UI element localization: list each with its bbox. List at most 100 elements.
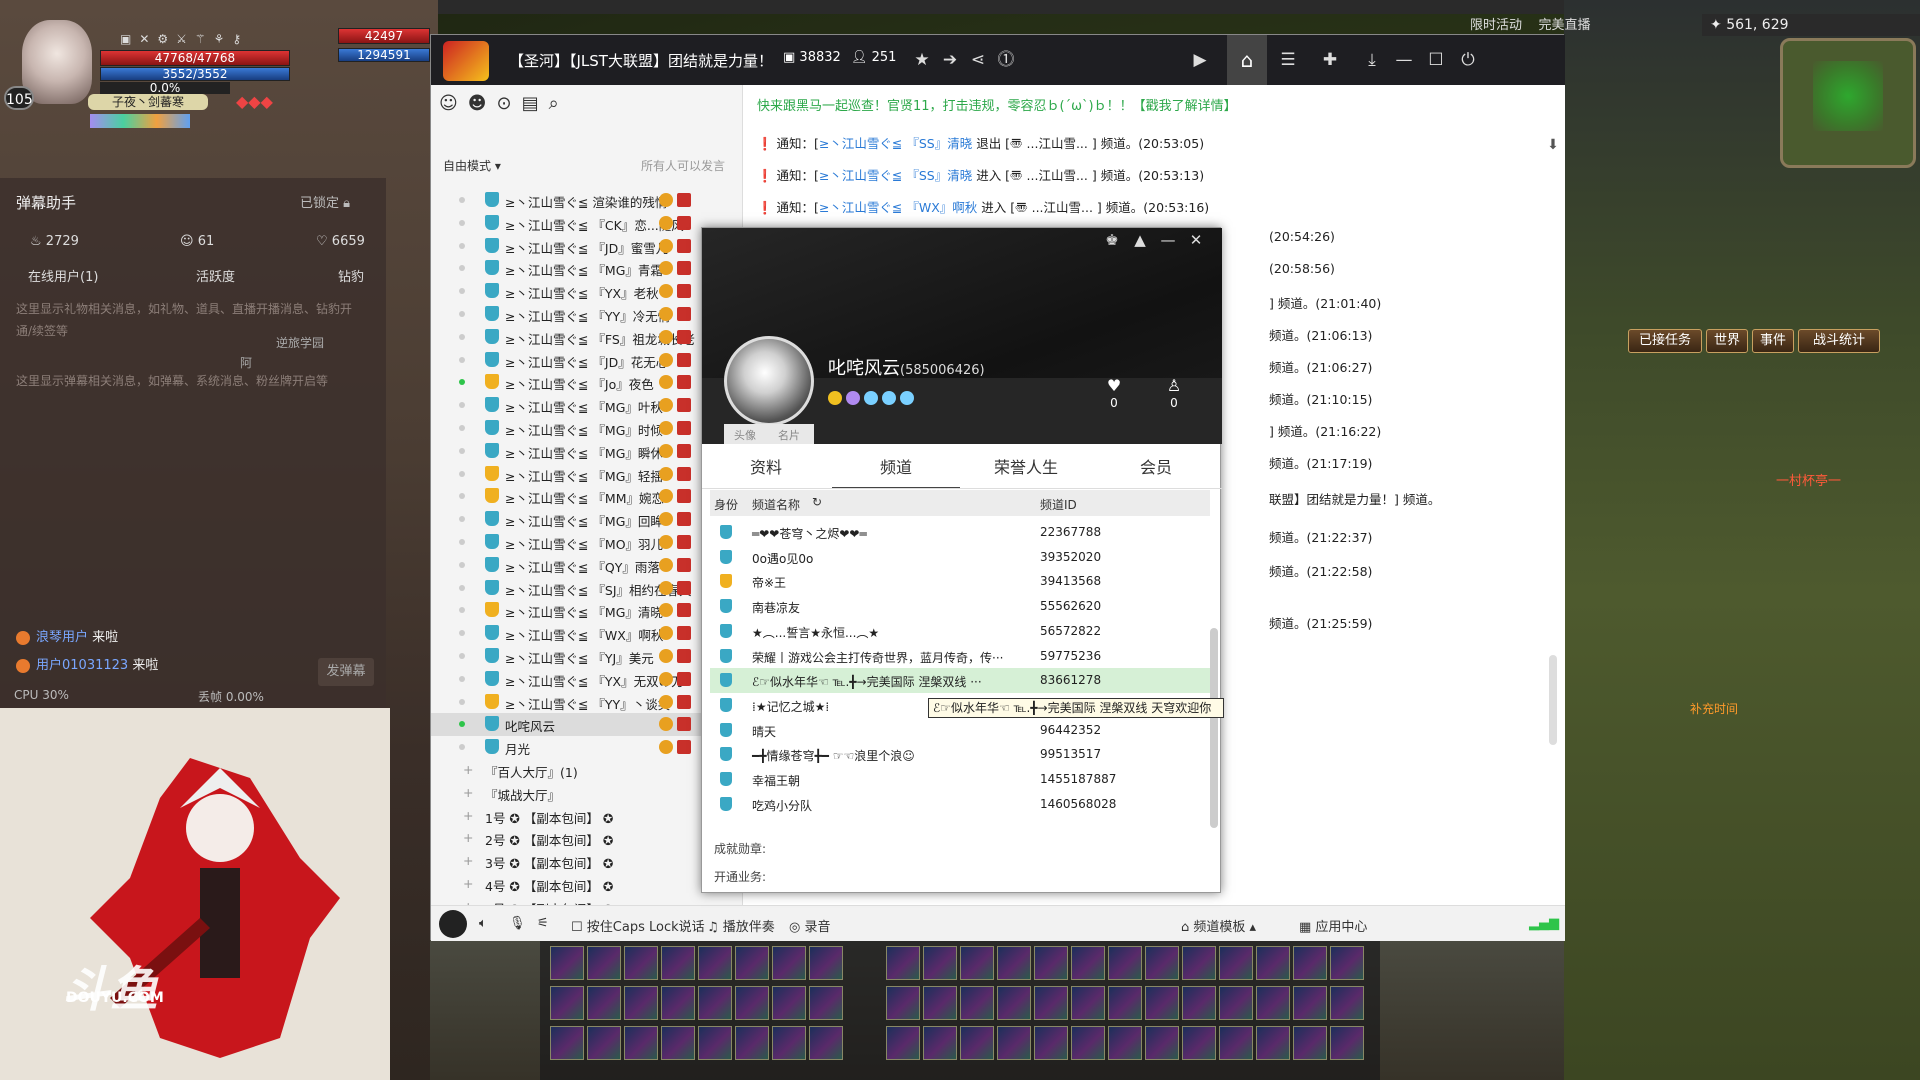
skill-slot-icon[interactable]: [809, 986, 843, 1020]
user-row[interactable]: ≥丶江山雪ぐ≦ 『WX』啊秋: [431, 622, 743, 645]
skill-slot-icon[interactable]: [1108, 946, 1142, 980]
battle-stats-button[interactable]: 战斗统计: [1798, 329, 1880, 353]
tree-toolbar[interactable]: ☺☻⊙▤⌕: [439, 93, 569, 114]
home-icon[interactable]: ⌂: [1227, 35, 1267, 85]
event-button[interactable]: 事件: [1752, 329, 1794, 353]
tab-activity[interactable]: 活跃度: [196, 266, 235, 285]
tab-profile[interactable]: 资料: [702, 454, 830, 478]
skill-slot-icon[interactable]: [809, 1026, 843, 1060]
warning-icon[interactable]: ▲: [1130, 230, 1150, 250]
live-label[interactable]: 完美直播: [1539, 18, 1591, 33]
skill-slot-icon[interactable]: [886, 986, 920, 1020]
download-icon[interactable]: ⤓: [1359, 47, 1385, 73]
skill-slot-icon[interactable]: [550, 986, 584, 1020]
skill-slot-icon[interactable]: [1145, 986, 1179, 1020]
channel-row[interactable]: ★︵...誓言★永恒...︵★ 56572822: [710, 619, 1210, 644]
skill-slot-icon[interactable]: [1330, 986, 1364, 1020]
skill-slot-icon[interactable]: [1145, 1026, 1179, 1060]
app-center-button[interactable]: ▦ 应用中心: [1299, 916, 1367, 935]
skill-slot-icon[interactable]: [1182, 1026, 1216, 1060]
notes-icon[interactable]: ▤: [522, 93, 549, 114]
user-row[interactable]: ≥丶江山雪ぐ≦ 『MO』羽儿: [431, 531, 743, 554]
music-button[interactable]: ♫ 播放伴奏: [707, 916, 775, 935]
expand-icon[interactable]: +: [463, 853, 473, 868]
skill-slot-icon[interactable]: [587, 946, 621, 980]
user-row[interactable]: ≥丶江山雪ぐ≦ 『YY』丶谈笑: [431, 691, 743, 714]
user-row[interactable]: ≥丶江山雪ぐ≦ 『MM』婉恋: [431, 485, 743, 508]
skill-slot-icon[interactable]: [886, 1026, 920, 1060]
microphone-icon[interactable]: 🎙︎: [509, 916, 526, 931]
skill-slot-icon[interactable]: [1108, 1026, 1142, 1060]
user-row[interactable]: ≥丶江山雪ぐ≦ 『YX』老秋: [431, 280, 743, 303]
user-row[interactable]: 叱咤风云: [431, 713, 743, 737]
shirt-icon[interactable]: ♚: [1102, 230, 1122, 250]
subchannel-row[interactable]: + 『百人大厅』(1): [431, 759, 743, 782]
user-row[interactable]: ≥丶江山雪ぐ≦ 『YX』无双の刀: [431, 668, 743, 691]
forward-icon[interactable]: ➔: [937, 47, 963, 73]
tab-member[interactable]: 会员: [1092, 454, 1220, 478]
tab-online-users[interactable]: 在线用户(1): [28, 266, 98, 285]
table-scrollbar[interactable]: [1210, 628, 1218, 828]
tab-honor[interactable]: 荣誉人生: [962, 454, 1090, 478]
skill-slot-icon[interactable]: [1256, 986, 1290, 1020]
skill-slot-icon[interactable]: [661, 986, 695, 1020]
channel-row[interactable]: 吃鸡小分队 1460568028: [710, 792, 1210, 817]
col-name[interactable]: 频道名称: [752, 496, 800, 513]
user-row[interactable]: ≥丶江山雪ぐ≦ 『FS』祖龙城长老: [431, 326, 743, 349]
user-row[interactable]: ≥丶江山雪ぐ≦ 『MG』叶秋: [431, 394, 743, 417]
skill-slot-icon[interactable]: [698, 946, 732, 980]
minimize-icon[interactable]: —: [1158, 230, 1178, 250]
user-row[interactable]: ≥丶江山雪ぐ≦ 『SJ』相约在春天: [431, 577, 743, 600]
channel-row[interactable]: 0o遇o见0o 39352020: [710, 545, 1210, 570]
user-list-icon[interactable]: ☺: [439, 93, 468, 114]
channel-row[interactable]: ℰ☞似水年华☜ ℡.╋→完美国际 涅槃双线 ··· 83661278: [710, 668, 1210, 693]
skill-slot-icon[interactable]: [772, 946, 806, 980]
skill-slot-icon[interactable]: [923, 946, 957, 980]
expand-icon[interactable]: +: [463, 808, 473, 823]
skill-slot-icon[interactable]: [1182, 946, 1216, 980]
search-icon[interactable]: ⌕: [549, 93, 569, 114]
mode-selector[interactable]: 自由模式 ▾: [443, 157, 501, 174]
channel-row[interactable]: 晴天 96442352: [710, 718, 1210, 743]
skill-slot-icon[interactable]: [1256, 1026, 1290, 1060]
user-row[interactable]: ≥丶江山雪ぐ≦ 『Jo』夜色: [431, 371, 743, 394]
skill-slot-icon[interactable]: [1071, 986, 1105, 1020]
share-icon[interactable]: ⋖: [965, 47, 991, 73]
app-logo-icon[interactable]: [443, 41, 489, 81]
record-button[interactable]: ◎ 录音: [789, 916, 831, 935]
mic-status-icon[interactable]: [439, 910, 467, 938]
expand-icon[interactable]: +: [463, 785, 473, 800]
user-row[interactable]: ≥丶江山雪ぐ≦ 『MG』回眸: [431, 508, 743, 531]
skill-slot-icon[interactable]: [550, 946, 584, 980]
skill-slot-icon[interactable]: [923, 1026, 957, 1060]
list-icon[interactable]: ☰: [1275, 47, 1301, 73]
skill-slot-icon[interactable]: [1219, 1026, 1253, 1060]
maximize-icon[interactable]: ☐: [1423, 47, 1449, 73]
channel-row[interactable]: ━╋情缘苍穹╋━ ☞☜浪里个浪☺ 99513517: [710, 742, 1210, 767]
notice-user[interactable]: ≥丶江山雪ぐ≦ 『WX』啊秋: [819, 200, 977, 215]
skill-slot-icon[interactable]: [1293, 986, 1327, 1020]
skill-slot-icon[interactable]: [1293, 946, 1327, 980]
channel-row[interactable]: 幸福王朝 1455187887: [710, 767, 1210, 792]
user-row[interactable]: ≥丶江山雪ぐ≦ 『YY』冷无情: [431, 303, 743, 326]
notice-user[interactable]: ≥丶江山雪ぐ≦ 『SS』清晓: [819, 136, 972, 151]
join-user[interactable]: 浪琴用户: [36, 630, 88, 645]
skill-slot-icon[interactable]: [960, 986, 994, 1020]
caps-talk-toggle[interactable]: ☐ 按住Caps Lock说话: [571, 916, 705, 935]
refresh-icon[interactable]: ↻: [812, 495, 822, 509]
join-user[interactable]: 用户01031123: [36, 658, 128, 673]
heart-icon[interactable]: ♥: [1102, 376, 1126, 395]
user-row[interactable]: ≥丶江山雪ぐ≦ 『YJ』美元: [431, 645, 743, 668]
announcement-marquee[interactable]: 快来跟黑马一起巡查！官贤11，打击违规，零容忍ｂ(´ω`)ｂ！！【戳我了解详情】: [757, 95, 1237, 114]
subchannel-row[interactable]: +4号 ✪ 【副本包间】 ✪: [431, 873, 743, 896]
skill-slot-icon[interactable]: [587, 1026, 621, 1060]
user-row[interactable]: ≥丶江山雪ぐ≦ 『CK』恋...随风: [431, 212, 743, 235]
skill-slot-icon[interactable]: [1182, 986, 1216, 1020]
skill-slot-icon[interactable]: [1034, 986, 1068, 1020]
profile-avatar[interactable]: [724, 336, 814, 426]
skill-slot-icon[interactable]: [997, 1026, 1031, 1060]
skill-slot-icon[interactable]: [550, 1026, 584, 1060]
user-row[interactable]: ≥丶江山雪ぐ≦ 『MG』清晓: [431, 599, 743, 622]
skill-slot-icon[interactable]: [960, 946, 994, 980]
lock-status[interactable]: 已锁定 🔒︎: [300, 192, 350, 211]
